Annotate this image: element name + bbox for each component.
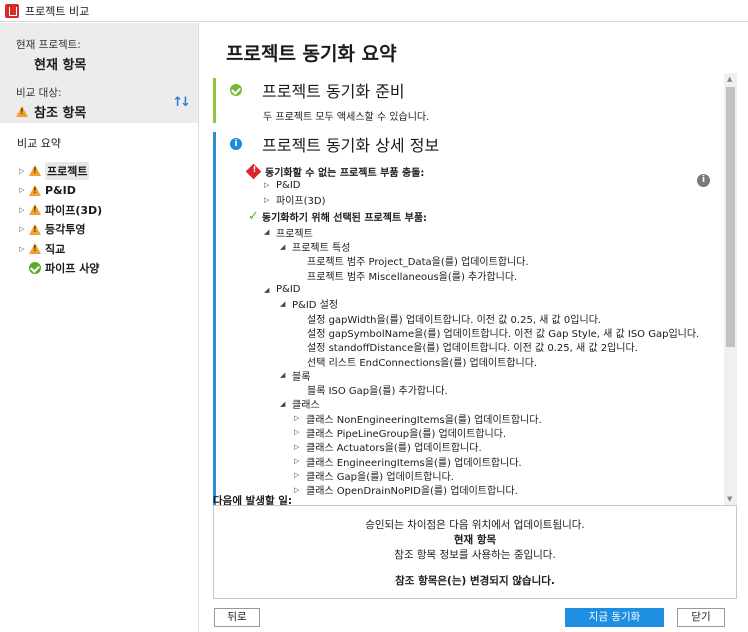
swap-arrows-icon[interactable]: ↑↓ (172, 95, 191, 110)
warning-icon (16, 106, 28, 117)
collapse-triangle-icon[interactable]: ◢ (280, 243, 292, 251)
sidebar-item-orthographic[interactable]: ▷ 직교 (0, 239, 198, 259)
back-button[interactable]: 뒤로 (214, 608, 260, 627)
section-title: 프로젝트 동기화 준비 (262, 82, 405, 101)
tree-node[interactable]: ▷ 클래스 Gap을(를) 업데이트합니다. (230, 468, 721, 483)
collapse-triangle-icon[interactable]: ◢ (264, 228, 276, 236)
tree-node[interactable]: ◢ 클래스 (230, 397, 721, 412)
app-icon (5, 3, 19, 18)
sidebar-item-project[interactable]: ▷ 프로젝트 (0, 161, 198, 181)
details-scroll-area[interactable]: 프로젝트 동기화 준비 두 프로젝트 모두 액세스할 수 있습니다. i 프로젝… (213, 73, 737, 505)
warning-icon (29, 223, 41, 235)
main-panel: 프로젝트 동기화 요약 프로젝트 동기화 준비 두 프로젝트 모두 액세스할 수… (200, 23, 748, 632)
sidebar-item-label: P&ID (45, 183, 76, 197)
conflict-header: ! 동기화할 수 없는 프로젝트 부품 충돌: (230, 163, 721, 179)
current-project-value: 현재 항목 (34, 58, 87, 73)
tree-node[interactable]: ▷ P&ID (230, 178, 721, 192)
sidebar-item-pid[interactable]: ▷ P&ID (0, 181, 198, 201)
expand-caret-icon[interactable]: ▷ (19, 186, 29, 194)
window-title: 프로젝트 비교 (25, 4, 90, 18)
scrollbar-thumb[interactable] (726, 87, 735, 347)
left-panel: 현재 프로젝트: 현재 항목 비교 대상: 참조 항목 ↑↓ 비교 요약 ▷ 프… (0, 23, 199, 632)
sidebar-item-pipe-spec[interactable]: ▷ 파이프 사양 (0, 259, 198, 279)
tree-node[interactable]: ▷ 클래스 NonEngineeringItems을(를) 업데이트합니다. (230, 411, 721, 426)
expand-caret-icon[interactable]: ▷ (19, 225, 29, 233)
tree-node[interactable]: ▷ 클래스 Actuators을(를) 업데이트합니다. (230, 440, 721, 455)
current-project-label: 현재 프로젝트: (16, 39, 81, 51)
warning-icon (29, 243, 41, 255)
warning-icon (29, 184, 41, 196)
sidebar-item-label: 파이프(3D) (45, 203, 103, 217)
sync-ready-section: 프로젝트 동기화 준비 두 프로젝트 모두 액세스할 수 있습니다. (213, 78, 721, 123)
next-line: 참조 항목 정보를 사용하는 중입니다. (394, 549, 556, 561)
tree-node[interactable]: ▷ 클래스 EngineeringItems을(를) 업데이트합니다. (230, 454, 721, 469)
sync-now-button[interactable]: 지금 동기화 (565, 608, 664, 627)
collapse-triangle-icon[interactable]: ◢ (264, 286, 276, 294)
next-line: 참조 항목은(는) 변경되지 않습니다. (395, 575, 555, 587)
sidebar-item-label: 파이프 사양 (45, 262, 100, 276)
sidebar-item-label: 프로젝트 (45, 161, 90, 180)
expand-caret-icon[interactable]: ▷ (19, 245, 29, 253)
collapse-triangle-icon[interactable]: ◢ (280, 400, 292, 408)
next-line: 승인되는 차이점은 다음 위치에서 업데이트됩니다. (365, 519, 585, 531)
expand-triangle-icon[interactable]: ▷ (294, 414, 306, 422)
expand-triangle-icon[interactable]: ▷ (294, 486, 306, 494)
error-icon: ! (245, 163, 262, 179)
tree-leaf: 프로젝트 범주 Miscellaneous을(를) 추가합니다. (307, 271, 518, 283)
comparison-summary-label: 비교 요약 (17, 137, 61, 150)
section-description: 두 프로젝트 모두 액세스할 수 있습니다. (263, 112, 430, 123)
collapse-triangle-icon[interactable]: ◢ (280, 300, 292, 308)
tree-node[interactable]: ◢ P&ID 설정 (230, 297, 721, 312)
expand-caret-icon[interactable]: ▷ (19, 206, 29, 214)
compare-target-value: 참조 항목 (34, 106, 87, 121)
tree-node[interactable]: ◢ 프로젝트 특성 (230, 239, 721, 255)
section-title: 프로젝트 동기화 상세 정보 (262, 136, 440, 155)
selected-header: ✓ 동기화하기 위해 선택된 프로젝트 부품: (248, 208, 428, 224)
check-circle-icon (230, 84, 242, 96)
expand-triangle-icon[interactable]: ▷ (294, 457, 306, 465)
tree-node[interactable]: ▷ 클래스 PipeLineGroup을(를) 업데이트합니다. (230, 425, 721, 440)
warning-icon (29, 204, 41, 216)
info-icon: i (230, 138, 242, 150)
expand-triangle-icon[interactable]: ▷ (294, 471, 306, 479)
page-title: 프로젝트 동기화 요약 (226, 43, 397, 65)
collapse-triangle-icon[interactable]: ◢ (280, 371, 292, 379)
next-steps-box: 승인되는 차이점은 다음 위치에서 업데이트됩니다. 현재 항목 참조 항목 정… (213, 505, 737, 599)
expand-caret-icon[interactable]: ▷ (19, 167, 29, 175)
vertical-scrollbar[interactable]: ▲ ▼ (724, 73, 737, 505)
title-bar: 프로젝트 비교 (0, 0, 748, 22)
tree-leaf: 설정 gapWidth을(를) 업데이트합니다. 이전 값 0.25, 새 값 … (307, 314, 602, 326)
tree-leaf: 선택 리스트 EndConnections을(를) 업데이트합니다. (307, 357, 538, 369)
sync-details-section: i 프로젝트 동기화 상세 정보 ! 동기화할 수 없는 프로젝트 부품 충돌:… (213, 132, 721, 505)
tree-node[interactable]: ▷ 파이프(3D) (230, 193, 721, 208)
checkmark-icon: ✓ (248, 208, 259, 224)
scroll-up-icon[interactable]: ▲ (727, 75, 732, 83)
expand-triangle-icon[interactable]: ▷ (264, 181, 276, 189)
check-circle-icon (29, 262, 41, 275)
expand-triangle-icon[interactable]: ▷ (294, 428, 306, 436)
sidebar-item-isometric[interactable]: ▷ 등각투영 (0, 220, 198, 240)
tree-node[interactable]: ◢ 프로젝트 (230, 225, 721, 240)
next-line: 현재 항목 (453, 534, 497, 546)
sidebar-item-label: 직교 (45, 242, 66, 256)
expand-triangle-icon[interactable]: ▷ (294, 443, 306, 451)
close-button[interactable]: 닫기 (677, 608, 725, 627)
scroll-down-icon[interactable]: ▼ (727, 495, 732, 503)
tree-leaf: 설정 standoffDistance을(를) 업데이트합니다. 이전 값 0.… (307, 343, 638, 355)
info-icon[interactable]: i (697, 174, 710, 187)
project-info: 현재 프로젝트: 현재 항목 비교 대상: 참조 항목 ↑↓ (0, 23, 198, 123)
sidebar-item-pipe-3d[interactable]: ▷ 파이프(3D) (0, 200, 198, 220)
tree-leaf: 프로젝트 범주 Project_Data을(를) 업데이트합니다. (307, 257, 529, 269)
tree-leaf: 블록 ISO Gap을(를) 추가합니다. (307, 386, 448, 398)
details-tree: ! 동기화할 수 없는 프로젝트 부품 충돌: ▷ P&ID ▷ 파이프(3D)… (230, 163, 721, 498)
compare-target-label: 비교 대상: (16, 87, 62, 99)
tree-node[interactable]: ◢ 블록 (230, 368, 721, 383)
tree-leaf: 설정 gapSymbolName을(를) 업데이트합니다. 이전 값 Gap S… (307, 328, 700, 340)
tree-node[interactable]: ▷ 클래스 OpenDrainNoPID을(를) 업데이트합니다. (230, 483, 721, 498)
expand-triangle-icon[interactable]: ▷ (264, 196, 276, 204)
sidebar-item-label: 등각투영 (45, 223, 86, 237)
tree-node[interactable]: ◢ P&ID (230, 282, 721, 296)
warning-icon (29, 165, 41, 177)
